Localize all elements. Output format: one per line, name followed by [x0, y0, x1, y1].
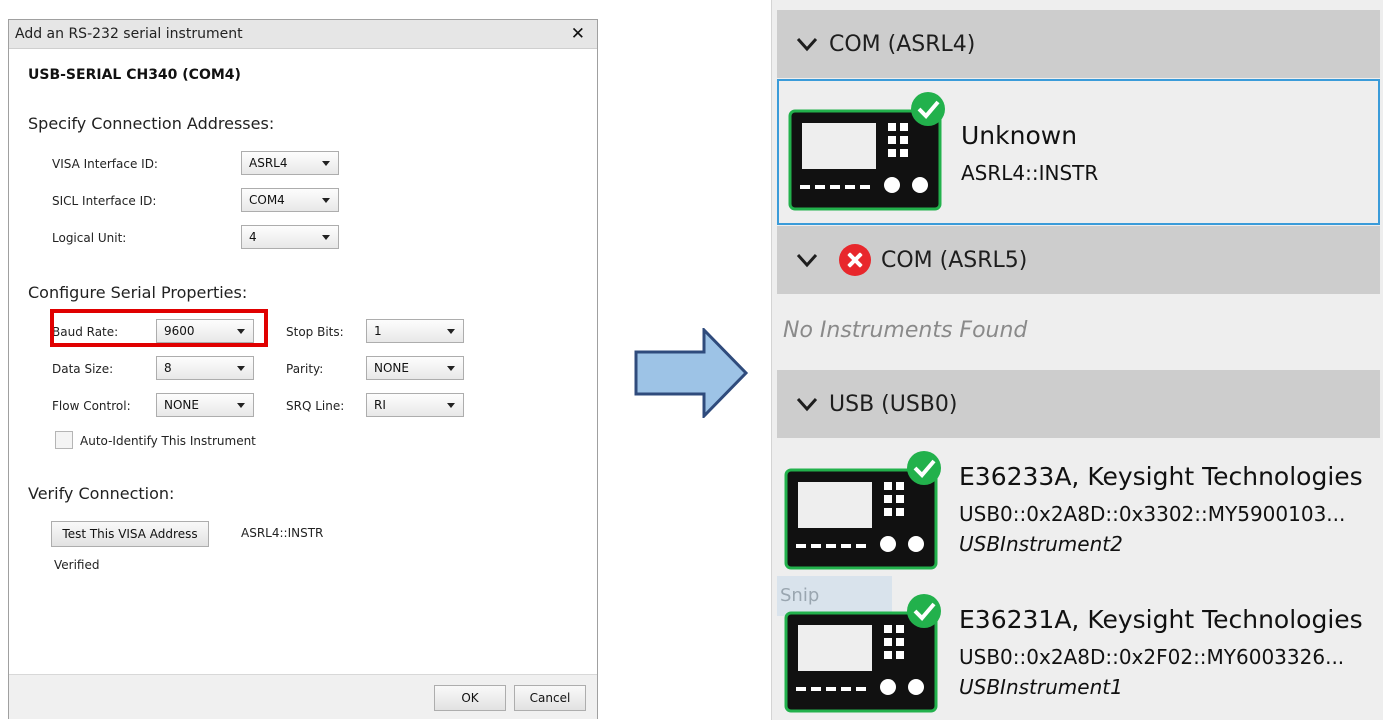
group-header-asrl5[interactable]: COM (ASRL5) [777, 226, 1380, 294]
chevron-down-icon [322, 198, 330, 203]
srq-line-label: SRQ Line: [286, 399, 345, 413]
chevron-down-icon[interactable] [795, 248, 819, 272]
group-title-usb0: USB (USB0) [829, 392, 958, 417]
check-badge-icon [907, 594, 941, 628]
verify-section-title: Verify Connection: [28, 484, 175, 503]
dialog-titlebar: Add an RS-232 serial instrument ✕ [9, 20, 597, 49]
chevron-down-icon[interactable] [795, 32, 819, 56]
device-name: USB-SERIAL CH340 (COM4) [28, 67, 241, 83]
chevron-down-icon [447, 329, 455, 334]
instrument-address: USB0::0x2A8D::0x3302::MY5900103... [959, 502, 1346, 526]
chevron-down-icon [237, 403, 245, 408]
instrument-icon [788, 92, 945, 211]
instrument-alias: USBInstrument1 [959, 675, 1123, 699]
instrument-name: E36233A, Keysight Technologies [959, 462, 1363, 491]
verify-status: Verified [54, 558, 100, 572]
serial-section-title: Configure Serial Properties: [28, 283, 248, 302]
dialog-footer: OK Cancel [9, 674, 597, 719]
ok-button[interactable]: OK [434, 685, 506, 711]
add-serial-instrument-dialog: Add an RS-232 serial instrument ✕ USB-SE… [8, 19, 598, 719]
visa-interface-select[interactable]: ASRL4 [241, 151, 339, 175]
data-size-label: Data Size: [52, 362, 114, 376]
group-title-asrl4: COM (ASRL4) [829, 32, 976, 57]
right-arrow-icon [634, 328, 749, 418]
error-icon [839, 244, 871, 276]
instrument-address: USB0::0x2A8D::0x2F02::MY6003326... [959, 645, 1345, 669]
test-visa-address-button[interactable]: Test This VISA Address [51, 521, 209, 547]
instrument-icon [784, 451, 941, 570]
flow-control-value: NONE [164, 398, 199, 412]
srq-line-value: RI [374, 398, 386, 412]
instrument-panel: COM (ASRL4) Unknown ASRL4::INSTR COM (AS… [771, 0, 1383, 720]
visa-interface-value: ASRL4 [249, 156, 288, 170]
close-icon[interactable]: ✕ [571, 24, 585, 44]
instrument-name: E36231A, Keysight Technologies [959, 605, 1363, 634]
group-title-asrl5: COM (ASRL5) [881, 248, 1028, 273]
stop-bits-label: Stop Bits: [286, 325, 344, 339]
instrument-address: ASRL4::INSTR [961, 161, 1099, 185]
check-badge-icon [911, 92, 945, 126]
parity-label: Parity: [286, 362, 324, 376]
logical-unit-value: 4 [249, 230, 257, 244]
logical-unit-select[interactable]: 4 [241, 225, 339, 249]
check-badge-icon [907, 451, 941, 485]
cancel-button[interactable]: Cancel [514, 685, 586, 711]
chevron-down-icon [322, 235, 330, 240]
sicl-interface-label: SICL Interface ID: [52, 194, 157, 208]
stop-bits-value: 1 [374, 324, 382, 338]
parity-select[interactable]: NONE [366, 356, 464, 380]
stop-bits-select[interactable]: 1 [366, 319, 464, 343]
instrument-icon [784, 594, 941, 713]
auto-identify-checkbox[interactable] [55, 431, 73, 449]
instrument-card-e36231a[interactable]: E36231A, Keysight Technologies USB0::0x2… [777, 583, 1380, 720]
logical-unit-label: Logical Unit: [52, 231, 127, 245]
group-header-asrl4[interactable]: COM (ASRL4) [777, 10, 1380, 78]
data-size-value: 8 [164, 361, 172, 375]
chevron-down-icon [322, 161, 330, 166]
chevron-down-icon [447, 366, 455, 371]
srq-line-select[interactable]: RI [366, 393, 464, 417]
verify-address: ASRL4::INSTR [241, 526, 324, 540]
instrument-name: Unknown [961, 121, 1078, 150]
instrument-card-unknown[interactable]: Unknown ASRL4::INSTR [777, 79, 1380, 225]
instrument-alias: USBInstrument2 [959, 532, 1123, 556]
instrument-card-e36233a[interactable]: E36233A, Keysight Technologies USB0::0x2… [777, 440, 1380, 582]
dialog-title: Add an RS-232 serial instrument [15, 26, 243, 42]
auto-identify-label: Auto-Identify This Instrument [80, 434, 256, 448]
data-size-select[interactable]: 8 [156, 356, 254, 380]
group-header-usb0[interactable]: USB (USB0) [777, 370, 1380, 438]
no-instruments-text: No Instruments Found [783, 318, 1028, 343]
visa-interface-label: VISA Interface ID: [52, 157, 158, 171]
baud-rate-highlight [50, 309, 268, 347]
parity-value: NONE [374, 361, 409, 375]
chevron-down-icon [237, 366, 245, 371]
chevron-down-icon [447, 403, 455, 408]
connection-section-title: Specify Connection Addresses: [28, 114, 275, 133]
chevron-down-icon[interactable] [795, 392, 819, 416]
flow-control-select[interactable]: NONE [156, 393, 254, 417]
sicl-interface-value: COM4 [249, 193, 285, 207]
sicl-interface-select[interactable]: COM4 [241, 188, 339, 212]
flow-control-label: Flow Control: [52, 399, 131, 413]
